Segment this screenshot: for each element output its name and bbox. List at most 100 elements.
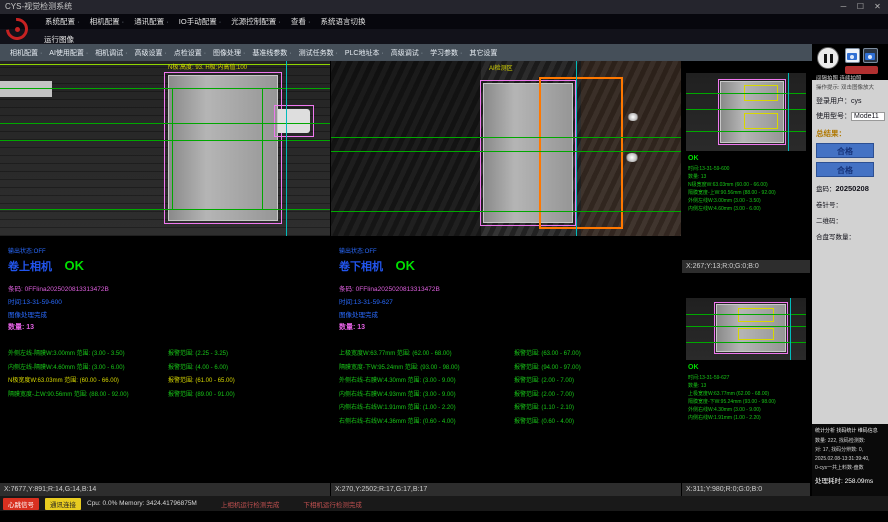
measurement-value: 外侧右线-右膜W:4.30mm 范围: (3.00 - 9.00) (339, 378, 456, 384)
model-select[interactable]: Mode11 (851, 112, 885, 121)
toolbar-other-settings[interactable]: 其它设置 (467, 48, 499, 58)
measurement-row: 内侧右线-右线W:1.91mm 范围: (1.00 - 2.20) 报警范围: … (339, 402, 673, 416)
app-logo-icon (4, 16, 30, 42)
menu-comm-config[interactable]: 通讯配置 (131, 16, 172, 27)
lower-camera-status-text: 下相机运行检测完成 (303, 499, 362, 509)
total-result-label: 总结果： (816, 128, 884, 139)
annotation-line (686, 314, 806, 315)
statistics-line: 2025.02.08-13:31:39:40, (815, 456, 885, 462)
toolbar-test-tasks[interactable]: 测试任务数 (297, 48, 340, 58)
comm-status-badge: 通讯连接 (45, 498, 81, 510)
barcode-text: 条码: 0FFIina2025020813313472B (8, 283, 322, 293)
count-text: 数量: 13 (339, 322, 673, 332)
info-side-panel: 操作提示: 双击图像放大 登录用户：cys 使用型号：Mode11 总结果： 合… (812, 80, 888, 424)
continuous-capture-button[interactable] (863, 48, 878, 63)
menu-view[interactable]: 查看 (288, 16, 314, 27)
pixel-coordinates-readout: X:267;Y:13;R:0;G:0;B:0 (682, 260, 810, 273)
measurement-value: 上极宽度W:63.77mm 范围: (62.00 - 68.00) (339, 351, 452, 357)
maximize-button[interactable]: ☐ (852, 0, 869, 14)
menu-light-control-config[interactable]: 光源控制配置 (228, 16, 284, 27)
alarm-range: 报警范围: (4.00 - 6.00) (168, 362, 228, 371)
alarm-range: 报警范围: (2.00 - 7.00) (514, 375, 574, 384)
annotation-line (286, 61, 287, 236)
measurement-line: 内侧右线W:1.91mm (1.00 - 2.20) (688, 414, 808, 422)
snapshot-button[interactable] (845, 48, 860, 63)
toolbar-ai-config[interactable]: AI使用配置 (47, 48, 90, 58)
roi-outline-magenta (164, 72, 282, 224)
camera-name: 卷下相机 (339, 261, 383, 273)
tray-write-count-row: 合盘写数量： (816, 231, 884, 241)
measurement-value: 内侧左线-隔膜W:4.60mm 范围: (3.00 - 6.00) (8, 365, 125, 371)
minimize-button[interactable]: ─ (835, 0, 852, 14)
annotation-line (0, 88, 330, 89)
annotation-line (0, 209, 330, 210)
alarm-range: 报警范围: (2.25 - 3.25) (168, 348, 228, 357)
toolbar-baseline-params[interactable]: 基准线参数 (250, 48, 293, 58)
timestamp-text: 时间:13-31-59-627 (339, 296, 673, 306)
lower-camera-image[interactable]: AI检测区 (331, 61, 681, 236)
needle-number-label: 卷针号： (816, 202, 842, 209)
measurement-line: 外侧右线W:4.30mm (3.00 - 9.00) (688, 406, 808, 414)
logo-dot (15, 27, 20, 32)
pause-button[interactable] (817, 47, 839, 69)
measurement-value: 隔膜宽度-下W:95.24mm 范围: (93.00 - 98.00) (339, 365, 460, 371)
toolbar-camera-config[interactable]: 相机配置 (8, 48, 44, 58)
menu-items: 系统配置 相机配置 通讯配置 IO手动配置 光源控制配置 查看 系统语言切换 (42, 14, 888, 29)
measurement-row: 外侧左线-隔膜W:3.00mm 范围: (3.00 - 3.50) 报警范围: … (8, 348, 322, 362)
pixel-coordinates-readout: X:7677,Y:891;R:14,G:14,B:14 (0, 483, 330, 496)
camera-icon (847, 53, 857, 60)
statistics-line: 数量: 222, 找码检测数: (815, 437, 885, 444)
toolbar-advanced-settings[interactable]: 高级设置 (132, 48, 168, 58)
timestamp-text: 时间:13-31-59-600 (8, 296, 322, 306)
thumbnail-image-top[interactable] (686, 73, 806, 151)
output-status: 输出状态:OFF (8, 246, 322, 255)
close-button[interactable]: ✕ (869, 0, 886, 14)
tray-write-count-label: 合盘写数量： (816, 234, 855, 241)
pixel-coordinates-readout: X:311;Y:980;R:0;G:0;B:0 (682, 483, 810, 496)
menu-camera-config[interactable]: 相机配置 (87, 16, 128, 27)
statistics-line: 对: 17, 找码分辨数: 0, (815, 446, 885, 453)
toolbar-learning-params[interactable]: 学习参数 (428, 48, 464, 58)
roi-outline-orange (539, 77, 623, 229)
needle-number-row: 卷针号： (816, 199, 884, 209)
video-camera-icon (865, 53, 875, 60)
upper-camera-status-text: 上相机运行检测完成 (221, 499, 280, 509)
thumbnail-image-bottom[interactable] (686, 298, 806, 360)
tray-code-row: 盘码：20250208 (816, 183, 884, 193)
machine-part (0, 81, 52, 97)
measurement-value: N极宽度W:63.03mm 范围: (60.00 - 66.00) (8, 378, 119, 384)
toolbar-advanced-debug[interactable]: 高级调试 (389, 48, 425, 58)
menu-language-switch[interactable]: 系统语言切换 (317, 16, 368, 27)
annotation-line (686, 342, 806, 343)
annotation-line (331, 211, 681, 212)
upper-camera-image[interactable]: N极:高度: 93. H极:内高值:100 (0, 61, 330, 236)
camera-name: 卷上相机 (8, 261, 52, 273)
thumbnail-measurements: 时间:13-31-59-627 数量: 13 上极宽度W:63.77mm (62… (688, 374, 808, 422)
measurement-rows: 上极宽度W:63.77mm 范围: (62.00 - 68.00) 报警范围: … (339, 348, 673, 429)
toolbar-camera-debug[interactable]: 相机调试 (93, 48, 129, 58)
ai-region-annotation: AI检测区 (489, 63, 513, 72)
toolbar: 相机配置 AI使用配置 相机调试 高级设置 点检设置 图像处理 基准线参数 测试… (0, 44, 812, 61)
roi-outline-yellow (744, 113, 778, 129)
measurement-value: 隔膜宽度-上W:90.56mm 范围: (88.00 - 92.00) (8, 392, 129, 398)
total-result-badge-lower: 合格 (816, 162, 874, 177)
menu-system-config[interactable]: 系统配置 (42, 16, 83, 27)
stop-button[interactable] (845, 66, 878, 74)
elapsed-time-text: 处理耗时: 258.09ms (815, 475, 885, 485)
measurement-line: 隔膜宽度-上W:90.56mm (88.00 - 92.00) (688, 189, 808, 197)
model-label: 使用型号： (816, 113, 851, 120)
lower-camera-view: AI检测区 输出状态:OFF 卷下相机 OK 条码: 0FFIina202502… (331, 61, 681, 496)
toolbar-plc-address[interactable]: PLC地址本 (343, 48, 386, 58)
toolbar-spot-check[interactable]: 点检设置 (172, 48, 208, 58)
annotation-line (262, 88, 263, 209)
toolbar-image-process[interactable]: 图像处理 (211, 48, 247, 58)
thumbnail-view-top: OK 时间:13-31-59-600 数量: 13 N极宽度W:63.03mm … (682, 61, 810, 273)
cpu-memory-readout: Cpu: 0.0% Memory: 3424.41796875M (87, 500, 197, 507)
total-result-badge-upper: 合格 (816, 143, 874, 158)
annotation-line (331, 137, 681, 138)
result-ok-badge: OK (395, 258, 415, 273)
tab-row: 运行图像 (0, 29, 888, 44)
capture-controls: 间隔拍照 连续拍照 (812, 44, 888, 80)
measurement-line: 隔膜宽度-下W:95.24mm (93.00 - 98.00) (688, 398, 808, 406)
menu-io-manual-config[interactable]: IO手动配置 (176, 16, 225, 27)
